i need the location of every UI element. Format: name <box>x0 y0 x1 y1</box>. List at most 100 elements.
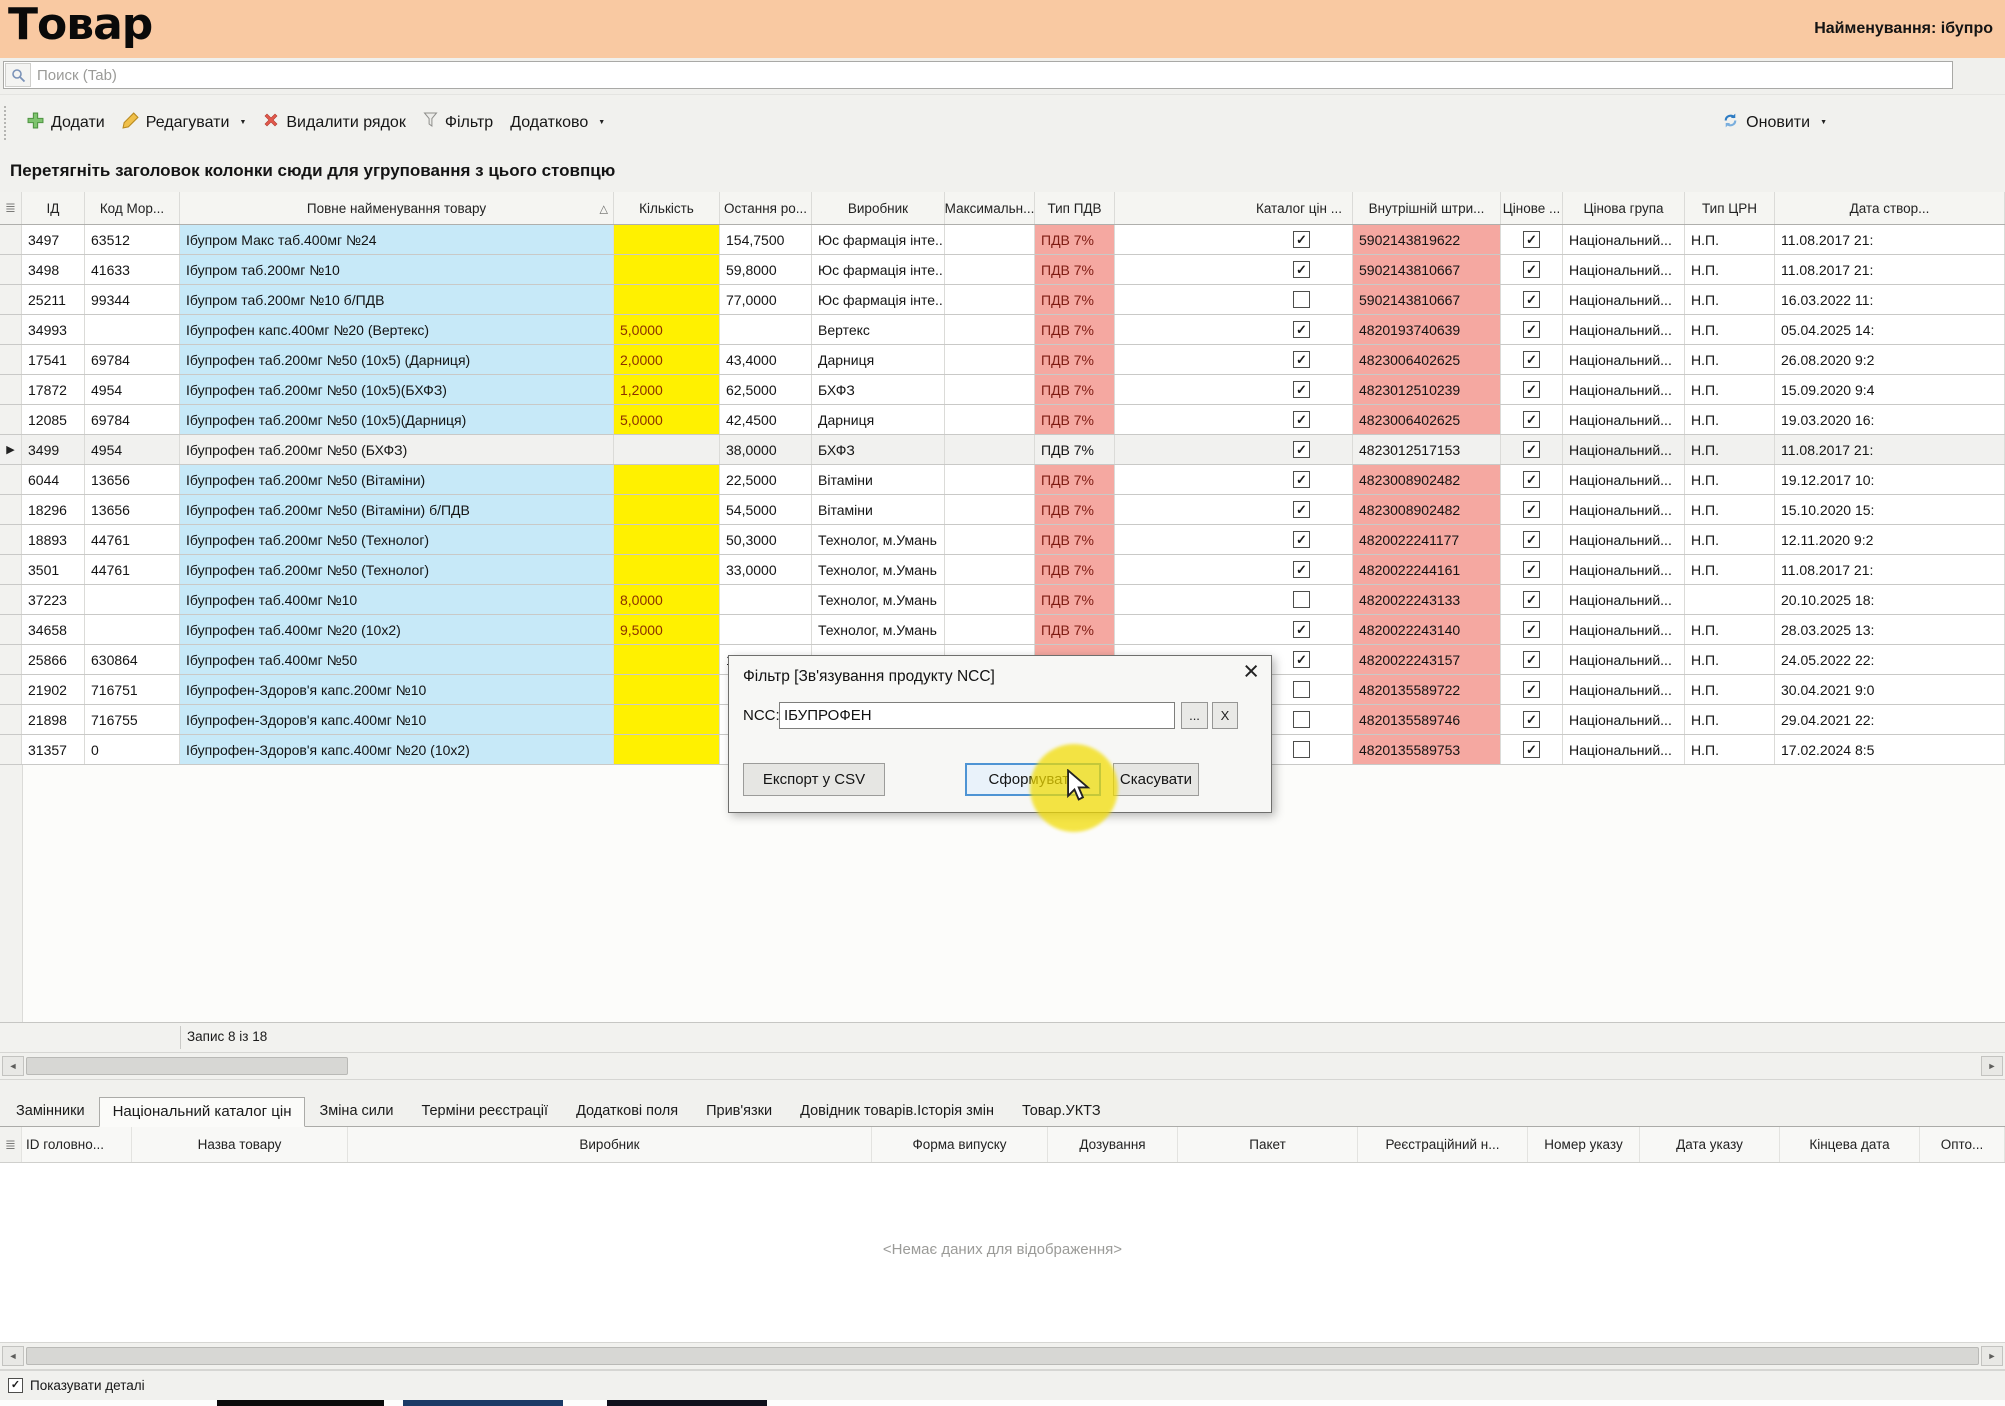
detail-column-header-1[interactable]: Назва товару <box>132 1127 348 1162</box>
flag-checkbox[interactable] <box>1523 711 1540 728</box>
catalog-checkbox[interactable] <box>1293 261 1310 278</box>
flag-checkbox[interactable] <box>1523 531 1540 548</box>
table-row[interactable]: 1889344761Ібупрофен таб.200мг №50 (Техно… <box>0 525 2005 555</box>
table-row[interactable]: 1208569784Ібупрофен таб.200мг №50 (10х5)… <box>0 405 2005 435</box>
column-header-crn[interactable]: Тип ЦРН <box>1685 192 1775 224</box>
column-header-flag[interactable]: Цінове ... <box>1501 192 1563 224</box>
catalog-checkbox[interactable] <box>1293 411 1310 428</box>
flag-checkbox[interactable] <box>1523 261 1540 278</box>
detail-column-header-6[interactable]: Реєстраційний н... <box>1358 1127 1528 1162</box>
catalog-checkbox[interactable] <box>1293 621 1310 638</box>
detail-column-header-8[interactable]: Дата указу <box>1640 1127 1780 1162</box>
column-header-id[interactable]: ІД <box>22 192 85 224</box>
horizontal-scrollbar[interactable]: ◄ ► <box>0 1052 2005 1080</box>
catalog-checkbox[interactable] <box>1293 291 1310 308</box>
detail-column-header-0[interactable]: ID головно... <box>22 1127 132 1162</box>
table-row[interactable]: 37223Ібупрофен таб.400мг №108,0000Технол… <box>0 585 2005 615</box>
catalog-checkbox[interactable] <box>1293 381 1310 398</box>
flag-checkbox[interactable] <box>1523 411 1540 428</box>
detail-column-header-7[interactable]: Номер указу <box>1528 1127 1640 1162</box>
detail-horizontal-scrollbar[interactable]: ◄ ► <box>0 1342 2005 1370</box>
show-details-checkbox[interactable] <box>8 1378 23 1393</box>
table-row[interactable]: 349841633Ібупром таб.200мг №1059,8000Юс … <box>0 255 2005 285</box>
catalog-checkbox[interactable] <box>1293 591 1310 608</box>
scroll-right-arrow-icon[interactable]: ► <box>1981 1346 2003 1366</box>
table-row[interactable]: 34658Ібупрофен таб.400мг №20 (10х2)9,500… <box>0 615 2005 645</box>
refresh-button[interactable]: Оновити ▼ <box>1722 112 1827 134</box>
flag-checkbox[interactable] <box>1523 381 1540 398</box>
table-row[interactable]: 2521199344Ібупром таб.200мг №10 б/ПДВ77,… <box>0 285 2005 315</box>
column-header-code[interactable]: Код Мор... <box>85 192 180 224</box>
flag-checkbox[interactable] <box>1523 441 1540 458</box>
tab-замінники[interactable]: Замінники <box>2 1097 99 1126</box>
search-input[interactable] <box>31 67 1952 84</box>
scrollbar-thumb[interactable] <box>26 1057 348 1075</box>
detail-column-header-3[interactable]: Форма випуску <box>872 1127 1048 1162</box>
detail-column-header-4[interactable]: Дозування <box>1048 1127 1178 1162</box>
toolbar-grip-handle[interactable] <box>4 106 10 140</box>
generate-button[interactable]: Сформувати <box>965 763 1101 796</box>
flag-checkbox[interactable] <box>1523 561 1540 578</box>
flag-checkbox[interactable] <box>1523 471 1540 488</box>
catalog-checkbox[interactable] <box>1293 351 1310 368</box>
delete-row-button[interactable]: Видалити рядок <box>263 112 405 133</box>
catalog-checkbox[interactable] <box>1293 681 1310 698</box>
ncc-input[interactable] <box>779 702 1175 729</box>
table-row[interactable]: 178724954Ібупрофен таб.200мг №50 (10х5)(… <box>0 375 2005 405</box>
scroll-right-arrow-icon[interactable]: ► <box>1981 1056 2003 1076</box>
column-header-barcode[interactable]: Внутрішній штри... <box>1353 192 1501 224</box>
search-box[interactable] <box>3 61 1953 89</box>
column-header-group[interactable]: Цінова група <box>1563 192 1685 224</box>
column-header-manuf[interactable]: Виробник <box>812 192 945 224</box>
detail-column-header-10[interactable]: Опто... <box>1920 1127 2005 1162</box>
column-header-name[interactable]: Повне найменування товару <box>180 192 614 224</box>
flag-checkbox[interactable] <box>1523 681 1540 698</box>
detail-column-header-9[interactable]: Кінцева дата <box>1780 1127 1920 1162</box>
flag-checkbox[interactable] <box>1523 651 1540 668</box>
table-row[interactable]: 34994954Ібупрофен таб.200мг №50 (БХФЗ)38… <box>0 435 2005 465</box>
scrollbar-thumb[interactable] <box>26 1347 1979 1365</box>
column-header-max[interactable]: Максимальн... <box>945 192 1035 224</box>
column-header-last[interactable]: Остання ро... <box>720 192 812 224</box>
column-header-catalog[interactable]: Каталог цін ... <box>1115 192 1353 224</box>
tab-додаткові-поля[interactable]: Додаткові поля <box>562 1097 692 1126</box>
column-header-created[interactable]: Дата створ... <box>1775 192 2005 224</box>
clear-button[interactable]: X <box>1212 702 1238 729</box>
column-header-qty[interactable]: Кількість <box>614 192 720 224</box>
table-row[interactable]: 604413656Ібупрофен таб.200мг №50 (Вітамі… <box>0 465 2005 495</box>
table-row[interactable]: 34993Ібупрофен капс.400мг №20 (Вертекс)5… <box>0 315 2005 345</box>
add-button[interactable]: Додати <box>27 112 105 134</box>
flag-checkbox[interactable] <box>1523 621 1540 638</box>
catalog-checkbox[interactable] <box>1293 561 1310 578</box>
catalog-checkbox[interactable] <box>1293 471 1310 488</box>
flag-checkbox[interactable] <box>1523 741 1540 758</box>
catalog-checkbox[interactable] <box>1293 321 1310 338</box>
catalog-checkbox[interactable] <box>1293 441 1310 458</box>
more-button[interactable]: Додатково ▼ <box>510 114 605 132</box>
tab-товар-уктз[interactable]: Товар.УКТЗ <box>1008 1097 1115 1126</box>
group-by-panel[interactable]: Перетягніть заголовок колонки сюди для у… <box>0 150 2005 192</box>
flag-checkbox[interactable] <box>1523 501 1540 518</box>
flag-checkbox[interactable] <box>1523 321 1540 338</box>
catalog-checkbox[interactable] <box>1293 741 1310 758</box>
flag-checkbox[interactable] <box>1523 291 1540 308</box>
catalog-checkbox[interactable] <box>1293 531 1310 548</box>
catalog-checkbox[interactable] <box>1293 651 1310 668</box>
detail-column-header-2[interactable]: Виробник <box>348 1127 872 1162</box>
tab-прив'язки[interactable]: Прив'язки <box>692 1097 786 1126</box>
edit-button[interactable]: Редагувати ▼ <box>122 112 247 134</box>
scroll-left-arrow-icon[interactable]: ◄ <box>2 1056 24 1076</box>
tab-зміна-сили[interactable]: Зміна сили <box>305 1097 407 1126</box>
detail-column-header-5[interactable]: Пакет <box>1178 1127 1358 1162</box>
table-row[interactable]: 1829613656Ібупрофен таб.200мг №50 (Вітам… <box>0 495 2005 525</box>
export-csv-button[interactable]: Експорт у CSV <box>743 763 885 796</box>
filter-button[interactable]: Фільтр <box>423 112 493 133</box>
tab-національний-каталог-цін[interactable]: Національний каталог цін <box>99 1097 306 1127</box>
tab-терміни-реєстрації[interactable]: Терміни реєстрації <box>407 1097 562 1126</box>
catalog-checkbox[interactable] <box>1293 501 1310 518</box>
catalog-checkbox[interactable] <box>1293 231 1310 248</box>
flag-checkbox[interactable] <box>1523 231 1540 248</box>
scroll-left-arrow-icon[interactable]: ◄ <box>2 1346 24 1366</box>
close-icon[interactable]: × <box>1243 658 1259 685</box>
column-header-vat[interactable]: Тип ПДВ <box>1035 192 1115 224</box>
